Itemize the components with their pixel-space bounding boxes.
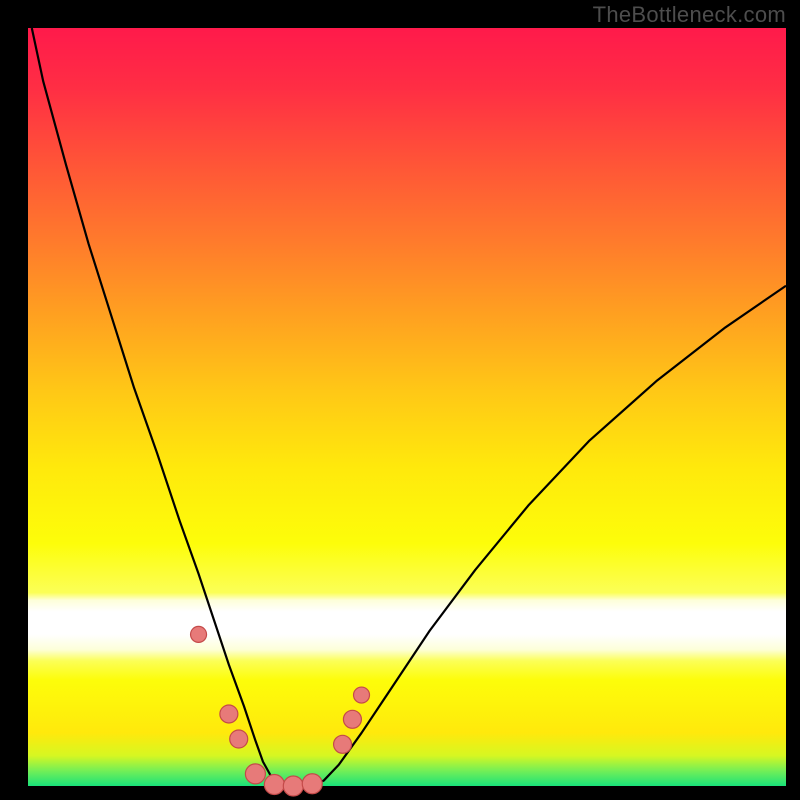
data-marker bbox=[354, 687, 370, 703]
data-marker bbox=[264, 774, 284, 794]
chart-frame: TheBottleneck.com bbox=[0, 0, 800, 800]
data-marker bbox=[191, 626, 207, 642]
data-marker bbox=[343, 710, 361, 728]
data-marker bbox=[220, 705, 238, 723]
data-marker bbox=[302, 774, 322, 794]
data-marker bbox=[230, 730, 248, 748]
data-marker bbox=[334, 735, 352, 753]
data-marker bbox=[283, 776, 303, 796]
data-marker bbox=[245, 764, 265, 784]
watermark-label: TheBottleneck.com bbox=[593, 2, 786, 28]
bottleneck-chart bbox=[0, 0, 800, 800]
